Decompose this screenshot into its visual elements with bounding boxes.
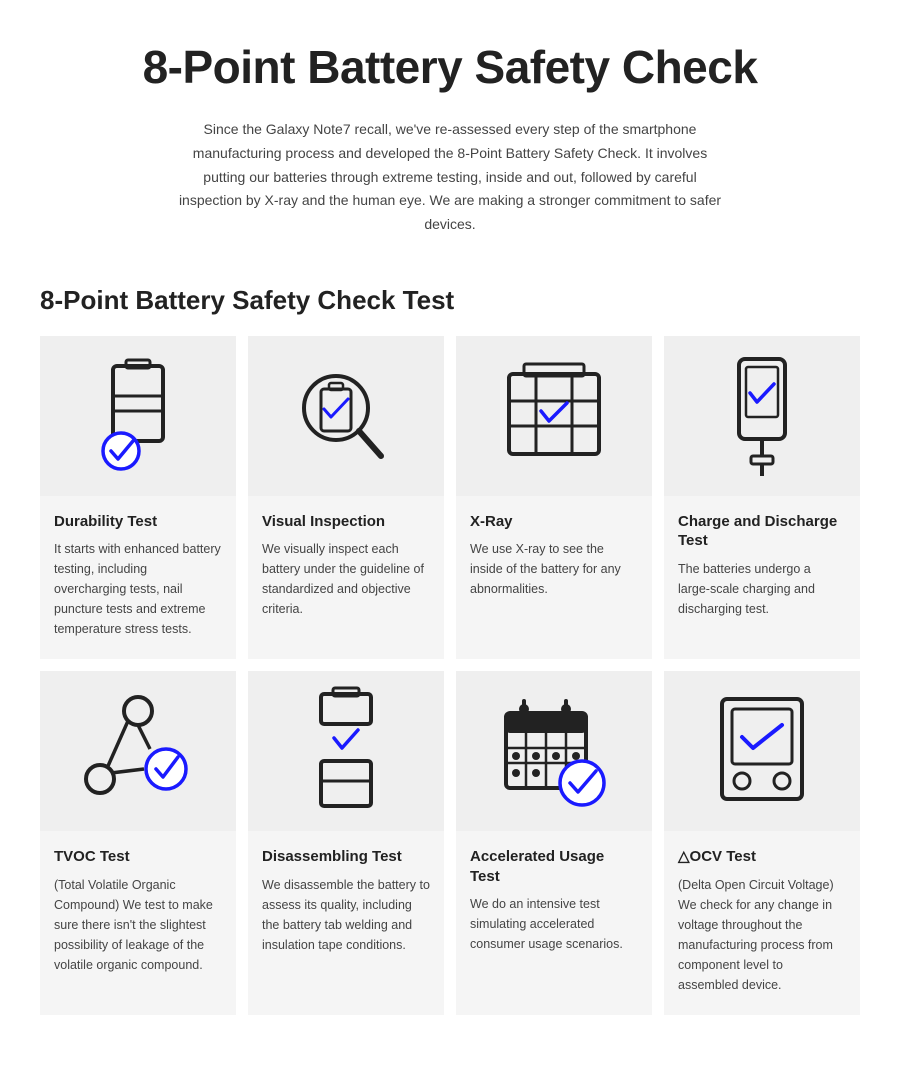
charge-icon	[717, 351, 807, 481]
card-accelerated-icon-area	[456, 671, 652, 831]
card-durability: Durability Test It starts with enhanced …	[40, 336, 236, 660]
card-visual-icon-area	[248, 336, 444, 496]
card-disassemble-desc: We disassemble the battery to assess its…	[262, 875, 430, 955]
card-disassemble-title: Disassembling Test	[262, 847, 430, 867]
card-charge: Charge and Discharge Test The batteries …	[664, 336, 860, 660]
visual-icon	[286, 356, 406, 476]
card-durability-title: Durability Test	[54, 512, 222, 532]
card-xray: X-Ray We use X-ray to see the inside of …	[456, 336, 652, 660]
card-tvoc-title: TVOC Test	[54, 847, 222, 867]
card-xray-title: X-Ray	[470, 512, 638, 532]
card-accelerated-desc: We do an intensive test simulating accel…	[470, 894, 638, 954]
card-disassemble-icon-area	[248, 671, 444, 831]
xray-icon	[499, 356, 609, 476]
card-tvoc-desc: (Total Volatile Organic Compound) We tes…	[54, 875, 222, 975]
card-visual-desc: We visually inspect each battery under t…	[262, 539, 430, 619]
card-durability-icon-area	[40, 336, 236, 496]
tvoc-icon	[78, 691, 198, 811]
page-title: 8-Point Battery Safety Check	[40, 40, 860, 94]
durability-icon	[83, 356, 193, 476]
card-disassemble: Disassembling Test We disassemble the ba…	[248, 671, 444, 1015]
section-title: 8-Point Battery Safety Check Test	[40, 285, 860, 316]
card-xray-icon-area	[456, 336, 652, 496]
intro-text: Since the Galaxy Note7 recall, we've re-…	[170, 118, 730, 237]
accelerated-icon	[494, 691, 614, 811]
card-ocv-title: △OCV Test	[678, 847, 846, 867]
card-charge-title: Charge and Discharge Test	[678, 512, 846, 551]
card-ocv: △OCV Test (Delta Open Circuit Voltage) W…	[664, 671, 860, 1015]
disassemble-icon	[296, 686, 396, 816]
card-accelerated-title: Accelerated Usage Test	[470, 847, 638, 886]
card-xray-desc: We use X-ray to see the inside of the ba…	[470, 539, 638, 599]
cards-row-1: Durability Test It starts with enhanced …	[40, 336, 860, 660]
card-tvoc-icon-area	[40, 671, 236, 831]
card-tvoc: TVOC Test (Total Volatile Organic Compou…	[40, 671, 236, 1015]
card-visual-title: Visual Inspection	[262, 512, 430, 532]
card-accelerated: Accelerated Usage Test We do an intensiv…	[456, 671, 652, 1015]
card-durability-desc: It starts with enhanced battery testing,…	[54, 539, 222, 639]
card-charge-icon-area	[664, 336, 860, 496]
card-charge-desc: The batteries undergo a large-scale char…	[678, 559, 846, 619]
cards-row-2: TVOC Test (Total Volatile Organic Compou…	[40, 671, 860, 1015]
card-ocv-icon-area	[664, 671, 860, 831]
ocv-icon	[707, 691, 817, 811]
card-visual: Visual Inspection We visually inspect ea…	[248, 336, 444, 660]
card-ocv-desc: (Delta Open Circuit Voltage) We check fo…	[678, 875, 846, 995]
